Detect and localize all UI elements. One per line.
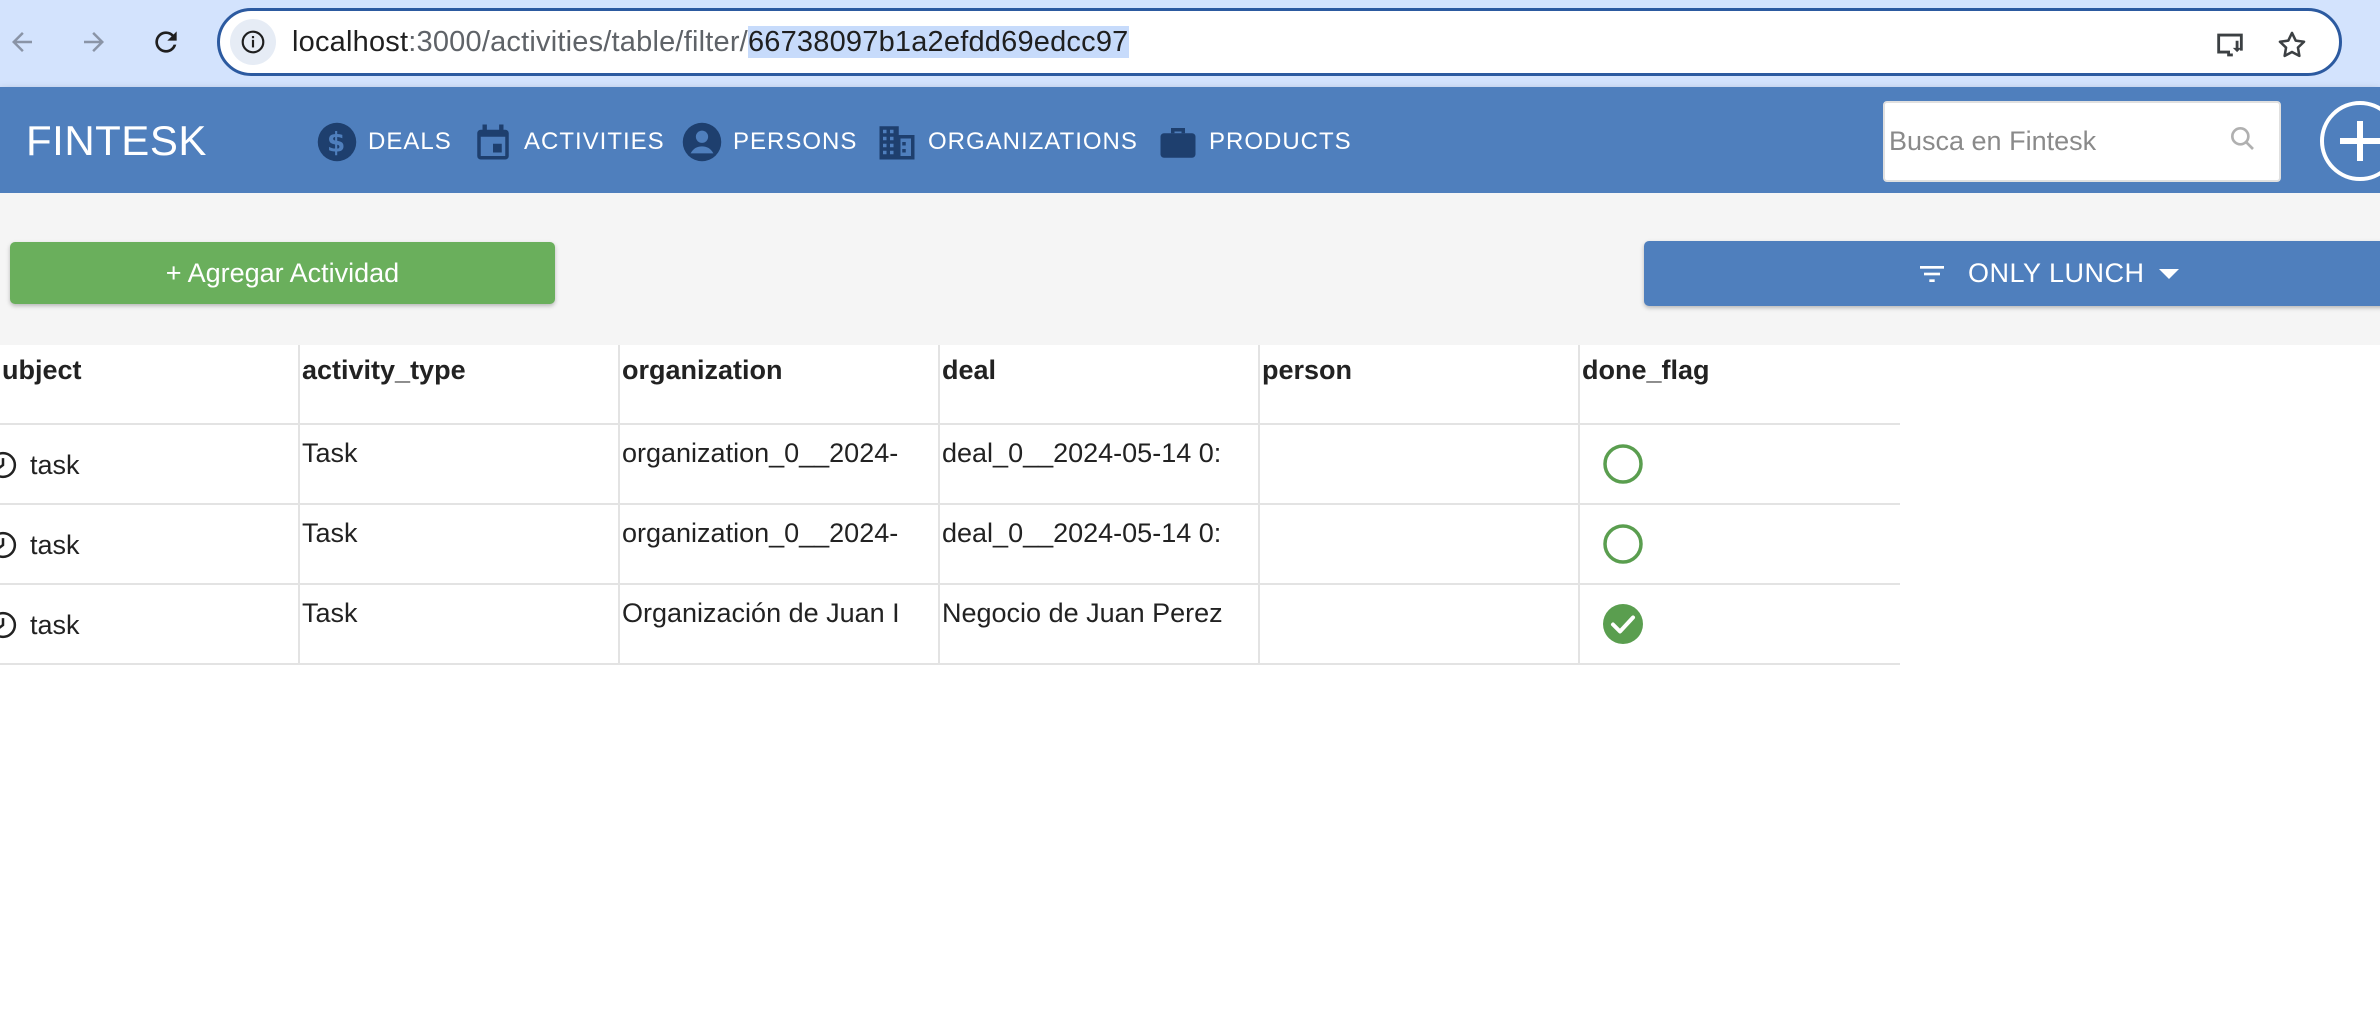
brand-logo[interactable]: FINTESK <box>26 117 207 165</box>
organization-link[interactable]: organization_0__2024- <box>618 505 938 585</box>
calendar-icon <box>477 124 509 160</box>
done-flag-cell <box>1578 425 1900 505</box>
person-icon <box>682 122 722 162</box>
column-header-subject[interactable]: ubject <box>0 345 298 425</box>
subject-text: task <box>30 449 80 480</box>
forward-button[interactable] <box>72 20 116 64</box>
nav-persons[interactable]: PERSONS <box>681 120 857 164</box>
caret-down-icon <box>2158 268 2179 279</box>
add-activity-button[interactable]: + Agregar Actividad <box>10 242 555 304</box>
column-header-deal[interactable]: deal <box>938 345 1258 425</box>
app-header: FINTESK $ DEALS ACTIVITIES PERSONS ORGAN… <box>0 87 2380 193</box>
building-icon <box>879 126 915 160</box>
nav-products-label: PRODUCTS <box>1209 128 1352 155</box>
browser-toolbar: localhost:3000/activities/table/filter/6… <box>0 0 2380 87</box>
organization-link[interactable]: organization_0__2024- <box>618 425 938 505</box>
activity-type-cell: Task <box>298 425 618 505</box>
person-cell <box>1258 585 1578 665</box>
checked-circle-icon[interactable] <box>1602 603 1644 645</box>
nav-persons-label: PERSONS <box>733 128 858 155</box>
organization-link[interactable]: Organización de Juan I <box>618 585 938 665</box>
subject-text: task <box>30 529 80 560</box>
table-header-row: ubject activity_type organization deal p… <box>0 345 1900 425</box>
subject-cell[interactable]: task <box>0 585 298 665</box>
unchecked-circle-icon[interactable] <box>1602 523 1644 565</box>
table-row[interactable]: task Task Organización de Juan I Negocio… <box>0 585 1900 665</box>
filter-icon <box>1920 265 1944 282</box>
subject-cell[interactable]: task <box>0 425 298 505</box>
column-header-person[interactable]: person <box>1258 345 1578 425</box>
subject-text: task <box>30 609 80 640</box>
filter-dropdown-button[interactable]: ONLY LUNCH <box>1644 241 2380 306</box>
table-row[interactable]: task Task organization_0__2024- deal_0__… <box>0 505 1900 585</box>
filter-label: ONLY LUNCH <box>1968 258 2145 288</box>
person-cell <box>1258 505 1578 585</box>
activity-type-cell: Task <box>298 585 618 665</box>
deal-link[interactable]: deal_0__2024-05-14 0: <box>938 505 1258 585</box>
reload-icon <box>155 31 177 53</box>
arrow-left-icon <box>12 32 32 52</box>
install-app-icon[interactable] <box>2210 25 2250 65</box>
deal-link[interactable]: deal_0__2024-05-14 0: <box>938 425 1258 505</box>
column-header-activity-type[interactable]: activity_type <box>298 345 618 425</box>
done-flag-cell <box>1578 585 1900 665</box>
activity-type-cell: Task <box>298 505 618 585</box>
svg-text:$: $ <box>327 129 347 159</box>
url-text: localhost:3000/activities/table/filter/6… <box>292 26 1129 58</box>
search-input[interactable] <box>1889 121 2209 161</box>
nav-activities[interactable]: ACTIVITIES <box>472 120 665 164</box>
nav-activities-label: ACTIVITIES <box>524 128 665 155</box>
subject-cell[interactable]: task <box>0 505 298 585</box>
search-icon <box>2227 123 2259 160</box>
bookmark-star-icon[interactable] <box>2272 25 2312 65</box>
briefcase-icon <box>1160 128 1196 158</box>
activities-toolbar: + Agregar Actividad ONLY LUNCH <box>0 193 2380 345</box>
reload-button[interactable] <box>144 20 188 64</box>
unchecked-circle-icon[interactable] <box>1602 443 1644 485</box>
table-row[interactable]: task Task organization_0__2024- deal_0__… <box>0 425 1900 505</box>
nav-products[interactable]: PRODUCTS <box>1157 120 1352 164</box>
address-bar[interactable]: localhost:3000/activities/table/filter/6… <box>217 8 2342 76</box>
nav-deals[interactable]: $ DEALS <box>316 120 452 164</box>
nav-deals-label: DEALS <box>368 128 452 155</box>
plus-icon <box>2340 121 2380 161</box>
global-search[interactable] <box>1883 101 2281 182</box>
arrow-right-icon <box>84 32 104 52</box>
clock-icon <box>0 611 17 639</box>
done-flag-cell <box>1578 505 1900 585</box>
clock-icon <box>0 451 17 479</box>
column-header-organization[interactable]: organization <box>618 345 938 425</box>
back-button[interactable] <box>0 20 44 64</box>
nav-organizations-label: ORGANIZATIONS <box>928 128 1138 155</box>
dollar-icon: $ <box>317 122 357 162</box>
nav-organizations[interactable]: ORGANIZATIONS <box>876 120 1138 164</box>
site-info-icon[interactable] <box>230 19 276 65</box>
person-cell <box>1258 425 1578 505</box>
deal-link[interactable]: Negocio de Juan Perez <box>938 585 1258 665</box>
column-header-done-flag[interactable]: done_flag <box>1578 345 1900 425</box>
quick-add-button[interactable] <box>2320 101 2380 181</box>
clock-icon <box>0 531 17 559</box>
